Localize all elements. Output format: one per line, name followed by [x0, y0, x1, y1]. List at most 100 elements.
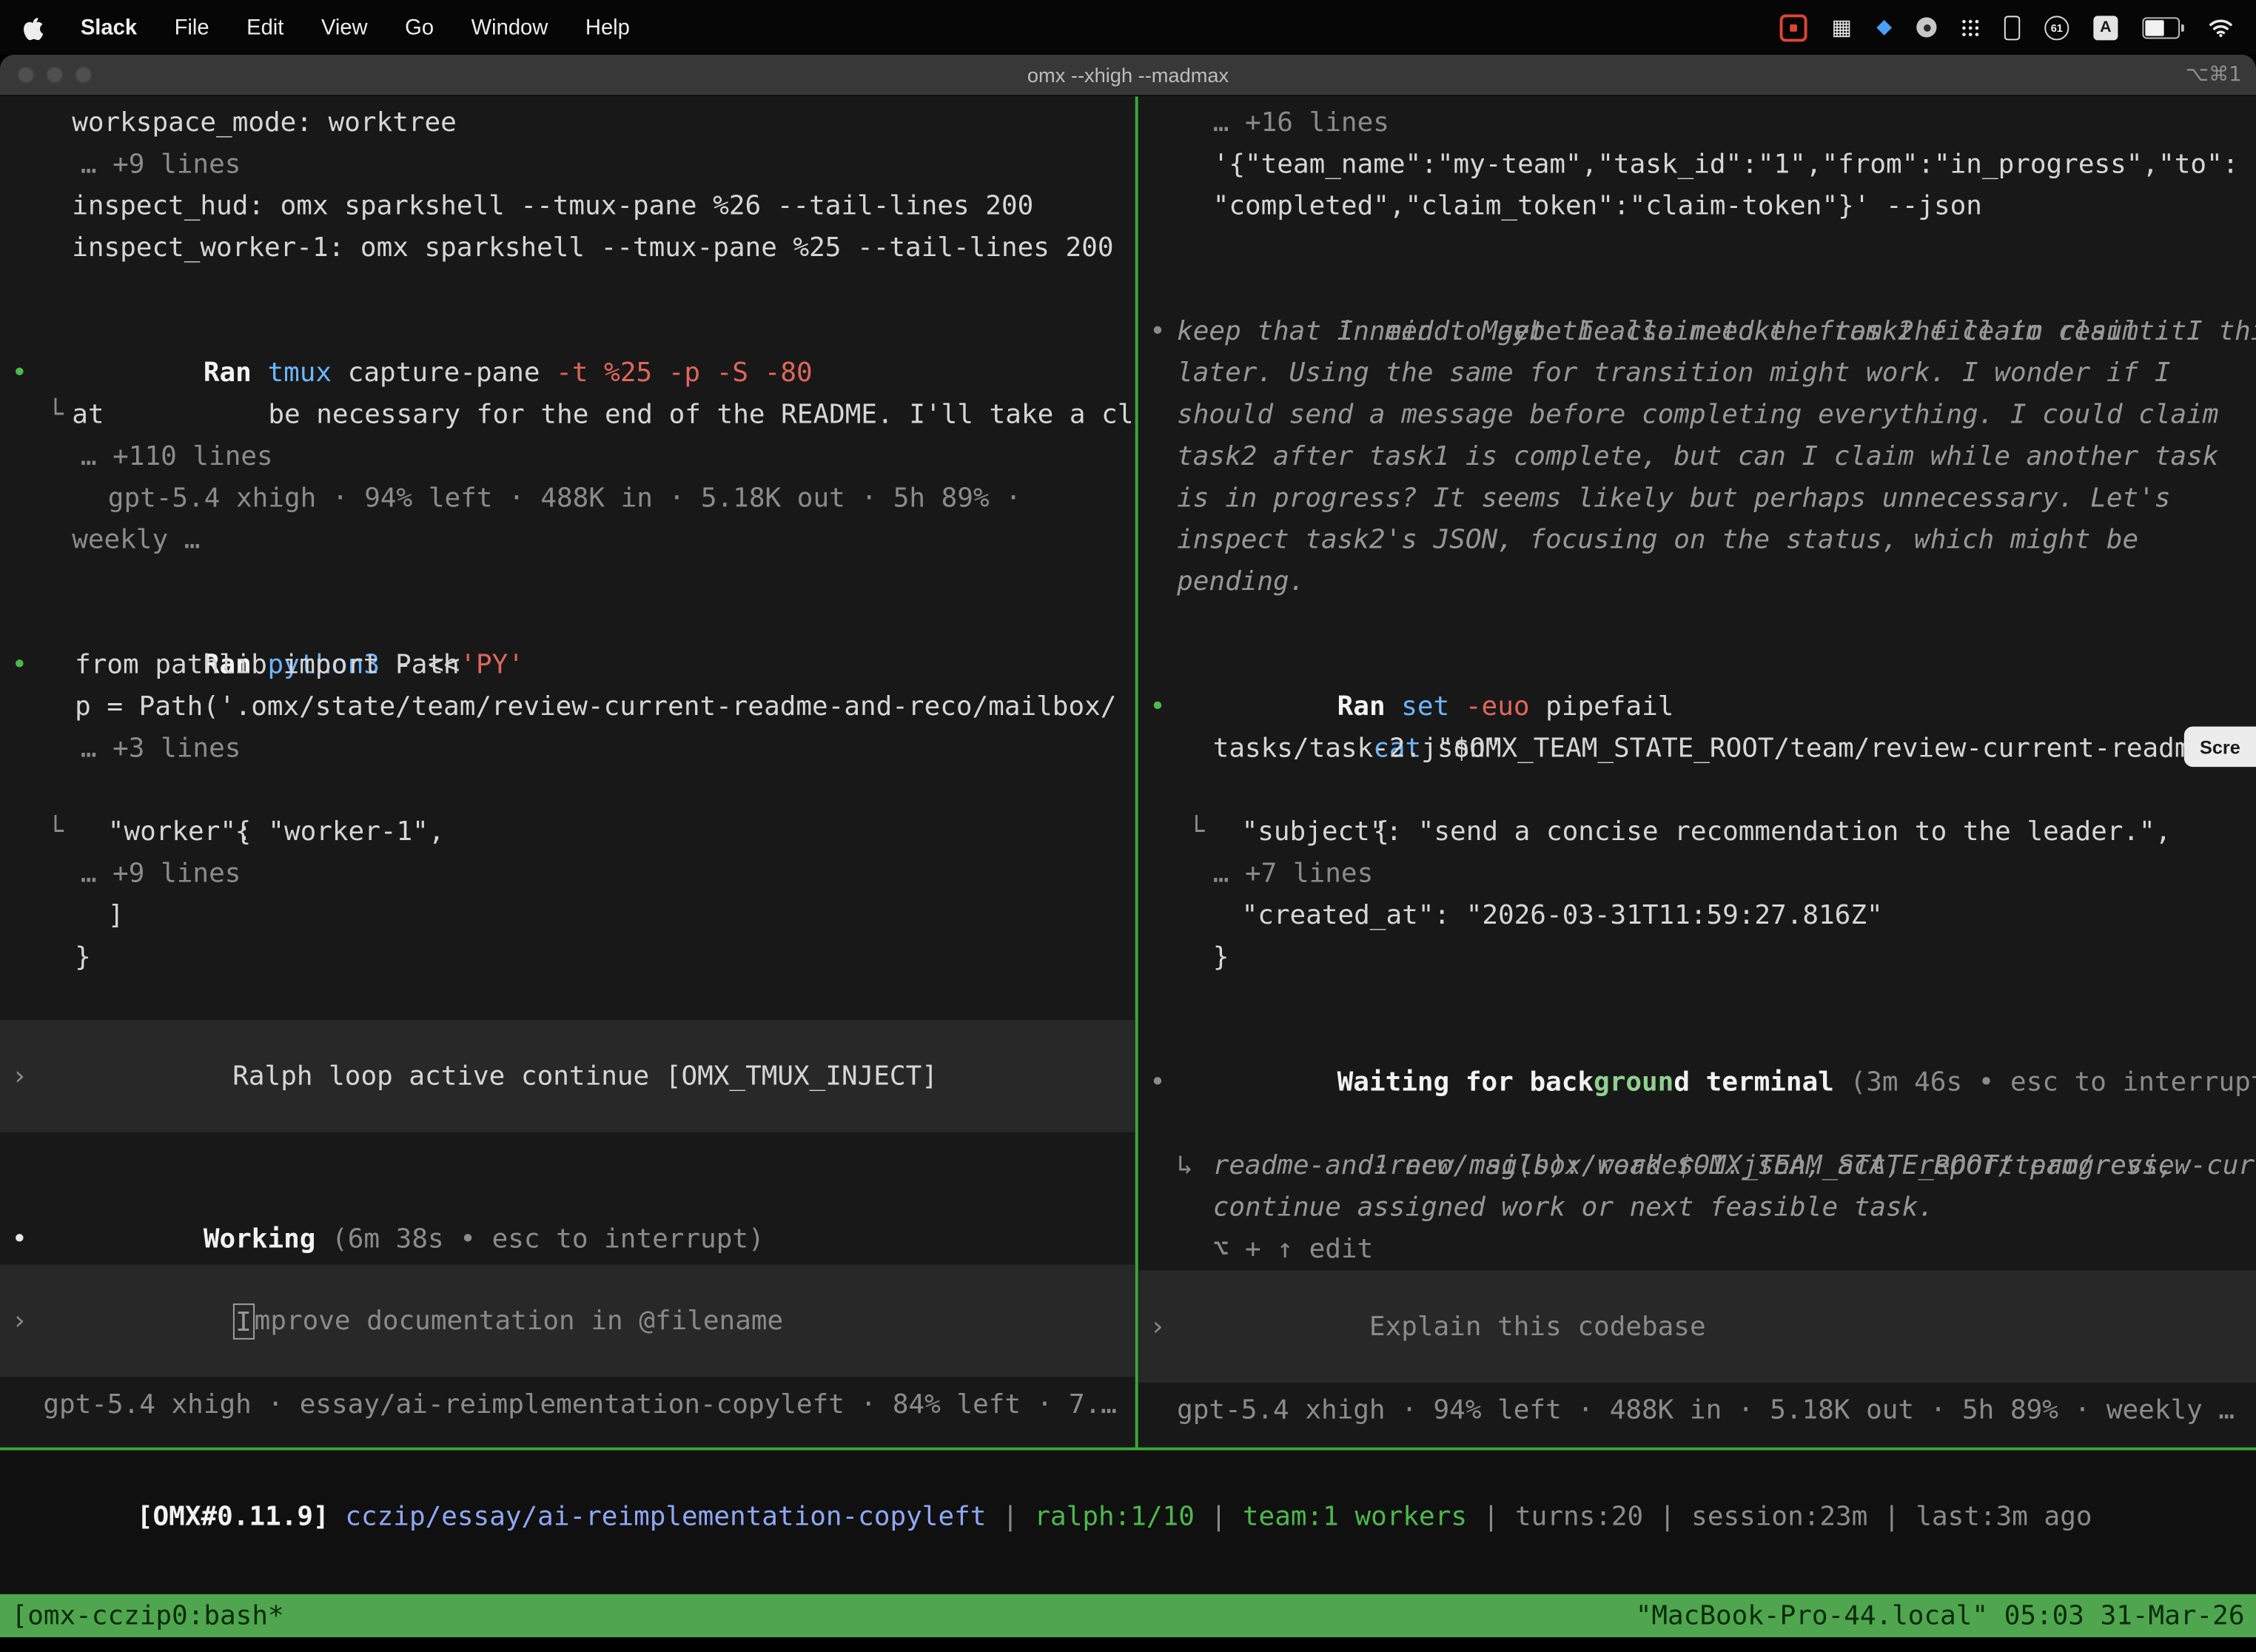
composer-input-right[interactable]: › Explain this codebase: [1138, 1270, 2256, 1383]
prompt-chevron-icon: ›: [12, 1300, 28, 1341]
apple-menu-icon[interactable]: [23, 15, 43, 39]
menu-bar: Slack File Edit View Go Window Help ▦ ◆ …: [0, 0, 2256, 55]
hud-last: last:3m ago: [1916, 1502, 2092, 1532]
blank-line: [1138, 602, 2256, 644]
working-status-line: •Working (6m 38s • esc to interrupt): [0, 1177, 1135, 1218]
gem-app-icon[interactable]: ◆: [1876, 16, 1892, 38]
omitted-lines-indicator: … +16 lines: [1138, 102, 2256, 144]
command-output-line: └{: [1138, 770, 2256, 811]
pane-right[interactable]: … +16 lines '{"team_name":"my-team","tas…: [1138, 96, 2256, 1447]
tmux-panes: workspace_mode: worktree … +9 lines insp…: [0, 96, 2256, 1450]
thinking-line: pending.: [1138, 561, 2256, 602]
menu-view[interactable]: View: [321, 15, 368, 39]
blank-line: [1138, 978, 2256, 1020]
model-status-line: gpt-5.4 xhigh · 94% left · 488K in · 5.1…: [1138, 1390, 2256, 1431]
menu-edit[interactable]: Edit: [246, 15, 283, 39]
token-usage-line: gpt-5.4 xhigh · 94% left · 488K in · 5.1…: [0, 477, 1135, 519]
hud-session: session:23m: [1691, 1502, 1867, 1532]
desktop: Slack File Edit View Go Window Help ▦ ◆ …: [0, 0, 2256, 1652]
hud-version: [OMX#0.11.9]: [137, 1502, 345, 1532]
circle-inner-dot: [1923, 24, 1930, 31]
screen-share-pill[interactable]: Scre: [2184, 727, 2256, 767]
blank-line: [1138, 1062, 2256, 1104]
chevron-icon: ›: [12, 1055, 28, 1097]
recording-dot-icon: [1790, 24, 1797, 31]
blank-line: [0, 269, 1135, 311]
circle-app-icon[interactable]: [1916, 17, 1936, 37]
battery-body: [2142, 16, 2180, 38]
json-output-line: }: [0, 936, 1135, 978]
pane-left[interactable]: workspace_mode: worktree … +9 lines insp…: [0, 96, 1138, 1447]
prompt-chevron-icon: ›: [1149, 1306, 1166, 1347]
menu-app-name[interactable]: Slack: [81, 15, 137, 39]
battery-icon[interactable]: [2142, 16, 2183, 38]
composer-input-left[interactable]: › Improve documentation in @filename: [0, 1265, 1135, 1377]
minimize-button[interactable]: [46, 66, 63, 83]
ran-command-line: •Ran set -euo pipefail: [1138, 645, 2256, 686]
omx-hud-pane[interactable]: [OMX#0.11.9] cczip/essay/ai-reimplementa…: [0, 1450, 2256, 1594]
blank-line: [0, 561, 1135, 602]
hud-separator: |: [1643, 1502, 1691, 1532]
window-title: omx --xhigh --madmax: [1027, 64, 1229, 87]
thinking-line: should send a message before completing …: [1138, 394, 2256, 436]
mailbox-notice-line: ↳1 new msg(s): read $OMX_TEAM_STATE_ROOT…: [1138, 1104, 2256, 1145]
script-body-line: from pathlib import Path: [0, 645, 1135, 686]
close-button[interactable]: [17, 66, 34, 83]
command-output-line: at: [0, 394, 1135, 436]
text-cursor: I: [232, 1303, 254, 1339]
thinking-line: keep that in mind. Maybe I also need the…: [1138, 311, 2256, 352]
command-continuation-line: "completed","claim_token":"claim-token"}…: [1138, 186, 2256, 227]
queued-message-banner: ›Ralph loop active continue [OMX_TMUX_IN…: [0, 1020, 1135, 1132]
menu-window[interactable]: Window: [471, 15, 548, 39]
json-output-line: "worker": "worker-1",: [0, 811, 1135, 853]
window-titlebar[interactable]: omx --xhigh --madmax ⌥⌘1: [0, 55, 2256, 96]
battery-percentage-badge[interactable]: 61: [2044, 15, 2069, 39]
script-body-line: tasks/task-2.json": [1138, 728, 2256, 770]
thinking-line: is in progress? It seems likely but perh…: [1138, 477, 2256, 519]
hud-separator: |: [986, 1502, 1034, 1532]
window-bottom-strip: [0, 1637, 2256, 1651]
iphone-mirroring-icon[interactable]: [2004, 15, 2020, 39]
menu-go[interactable]: Go: [405, 15, 434, 39]
tmux-host-clock: "MacBook-Pro-44.local" 05:03 31-Mar-26: [1636, 1601, 2245, 1631]
thinking-line: inspect task2's JSON, focusing on the st…: [1138, 520, 2256, 561]
composer-placeholder: mprove documentation in @filename: [255, 1306, 784, 1336]
blank-line: [1138, 227, 2256, 269]
thinking-line: later. Using the same for transition mig…: [1138, 352, 2256, 394]
tmux-session-window[interactable]: [omx-cczip0:bash*: [12, 1601, 284, 1631]
window-grid-icon[interactable]: ▦: [1832, 14, 1853, 40]
menu-bar-status-items: ▦ ◆ 61 A: [1780, 13, 2233, 41]
zoom-button[interactable]: [75, 66, 92, 83]
hud-separator: |: [1467, 1502, 1515, 1532]
battery-nub: [2181, 24, 2184, 31]
hud-turns: turns:20: [1515, 1502, 1643, 1532]
model-status-line: gpt-5.4 xhigh · essay/ai-reimplementatio…: [0, 1384, 1135, 1426]
screen-recording-indicator[interactable]: [1780, 13, 1807, 41]
ran-command-line: •Ran tmux capture-pane -t %25 -p -S -80: [0, 311, 1135, 352]
command-continuation-line: '{"team_name":"my-team","task_id":"1","f…: [1138, 144, 2256, 185]
thinking-line: task2 after task1 is complete, but can I…: [1138, 436, 2256, 477]
tmux-status-bar: [omx-cczip0:bash* "MacBook-Pro-44.local"…: [0, 1594, 2256, 1637]
omitted-lines-indicator: … +9 lines: [0, 853, 1135, 895]
hud-separator: |: [1867, 1502, 1916, 1532]
wifi-icon[interactable]: [2209, 18, 2233, 36]
traffic-lights: [17, 55, 92, 95]
omitted-lines-indicator: … +7 lines: [1138, 853, 2256, 895]
ran-command-line: •Ran python3 - <<'PY': [0, 602, 1135, 644]
menu-file[interactable]: File: [175, 15, 209, 39]
battery-fill: [2145, 19, 2164, 35]
dots-grid-icon[interactable]: [1961, 18, 1980, 36]
json-output-line: "subject": "send a concise recommendatio…: [1138, 811, 2256, 853]
composer-placeholder: Explain this codebase: [1369, 1312, 1706, 1342]
terminal-window: omx --xhigh --madmax ⌥⌘1 workspace_mode:…: [0, 55, 2256, 1652]
config-line: workspace_mode: worktree: [0, 102, 1135, 144]
thinking-line: •I need to get the claim token from the …: [1138, 269, 2256, 311]
window-shortcut: ⌥⌘1: [2186, 64, 2242, 87]
omitted-lines-indicator: … +9 lines: [0, 144, 1135, 185]
menu-help[interactable]: Help: [585, 15, 630, 39]
input-source-icon[interactable]: A: [2093, 15, 2118, 39]
hud-team: team:1 workers: [1243, 1502, 1467, 1532]
command-output-line: └{: [0, 770, 1135, 811]
omitted-lines-indicator: … +3 lines: [0, 728, 1135, 770]
omitted-lines-indicator: … +110 lines: [0, 436, 1135, 477]
